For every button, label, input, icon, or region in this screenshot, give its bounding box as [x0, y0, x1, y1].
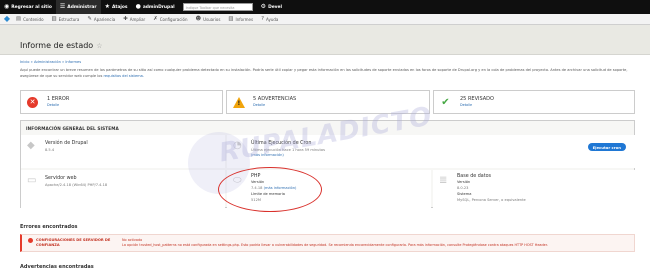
- summary-detail-link[interactable]: Detalle: [47, 103, 59, 107]
- toolbar-user-label: adminDrupal: [142, 4, 175, 10]
- drupal-drop-icon: ◆: [27, 140, 35, 151]
- tray-item-extend[interactable]: ✚ Ampliar: [123, 16, 145, 22]
- toolbar-search-input[interactable]: Indique Toolbar que necesita: [182, 3, 253, 11]
- toolbar-shortcuts-label: Atajos: [111, 4, 128, 10]
- admin-toolbar: ◉ Regresar al sitio ☰ Administrar ★ Ataj…: [0, 0, 650, 14]
- toolbar-back-label: Regresar al sitio: [11, 4, 52, 10]
- content-icon: ▤: [16, 16, 22, 22]
- page-title: Informe de estado ☆: [20, 41, 102, 50]
- summary-count: 25 REVISADO: [460, 96, 494, 102]
- checkmark-icon: ✔: [441, 97, 450, 108]
- summary-checked: ✔ 25 REVISADO Detalle: [433, 90, 635, 114]
- user-icon: ●: [135, 3, 141, 10]
- error-item-label: CONFIGURACIONES DE SERVIDOR DE CONFIANZA: [36, 238, 111, 247]
- tray-item-help[interactable]: ? Ayuda: [261, 16, 278, 22]
- tray-label: Ayuda: [265, 16, 279, 22]
- drupal-version-label: Versión de Drupal: [45, 141, 88, 146]
- db-system-label: Sistema: [457, 192, 472, 196]
- database-label: Base de datos: [457, 174, 492, 179]
- database-icon: ≣: [439, 175, 448, 186]
- drupal-logo-icon[interactable]: ◆: [2, 14, 12, 24]
- db-system-value: MySQL, Percona Server, o equivalente: [457, 198, 526, 202]
- web-server-label: Servidor web: [45, 176, 77, 181]
- tray-label: Contenido: [23, 16, 44, 22]
- help-icon: ?: [261, 16, 264, 22]
- reports-icon: ▥: [228, 16, 234, 22]
- toolbar-devel[interactable]: ⚙ Devel: [257, 0, 286, 14]
- database-cell: ≣ Base de datos Versión 8.0.23 Sistema M…: [433, 170, 636, 209]
- gear-icon: ⚙: [260, 3, 267, 10]
- admin-tray: ◆ ▤ Contenido ▥ Estructura ✎ Apariencia ✚ Am…: [0, 14, 650, 25]
- annotation-ellipse: [218, 167, 322, 212]
- shortcut-star-icon[interactable]: ☆: [96, 42, 102, 50]
- error-dot-icon: [28, 238, 33, 243]
- people-icon: ☻: [195, 16, 202, 22]
- summary-detail-link[interactable]: Detalle: [460, 103, 472, 107]
- structure-icon: ▥: [51, 16, 57, 22]
- tray-label: Apariencia: [93, 16, 116, 22]
- tray-item-structure[interactable]: ▥ Estructura: [52, 16, 80, 22]
- error-item-status: No activado: [122, 238, 143, 242]
- drupal-version-value: 8.5.4: [45, 148, 55, 152]
- toolbar-user[interactable]: ● adminDrupal: [132, 0, 179, 14]
- tray-label: Usuarios: [203, 16, 221, 22]
- error-item-description: La opción trusted_host_patterns no está …: [122, 243, 548, 247]
- tray-item-config[interactable]: ✗ Configuración: [153, 16, 187, 22]
- toolbar-devel-label: Devel: [268, 4, 283, 10]
- summary-count: 1 ERROR: [47, 96, 70, 102]
- config-icon: ✗: [153, 16, 158, 22]
- tray-item-people[interactable]: ☻ Usuarios: [196, 16, 221, 22]
- tray-item-content[interactable]: ▤ Contenido: [16, 16, 44, 22]
- extend-icon: ✚: [123, 16, 128, 22]
- general-info-title: INFORMACIÓN GENERAL DEL SISTEMA: [26, 126, 119, 131]
- drupal-drop-icon: ◉: [4, 3, 10, 10]
- error-item: CONFIGURACIONES DE SERVIDOR DE CONFIANZA…: [20, 234, 635, 252]
- toolbar-shortcuts[interactable]: ★ Atajos: [101, 0, 132, 14]
- appearance-icon: ✎: [87, 16, 92, 22]
- summary-errors: ✕ 1 ERROR Detalle: [20, 90, 223, 114]
- warnings-heading: Advertencias encontradas: [20, 264, 94, 270]
- intro-text: Aquí puede encontrar un breve resumen de…: [20, 68, 635, 79]
- tray-item-appearance[interactable]: ✎ Apariencia: [87, 16, 115, 22]
- run-cron-button[interactable]: Ejecutar cron: [587, 143, 626, 151]
- db-version-label: Versión: [457, 180, 471, 184]
- star-icon: ★: [104, 3, 110, 10]
- toolbar-manage[interactable]: ☰ Administrar: [55, 0, 101, 14]
- tray-label: Informes: [235, 16, 254, 22]
- tray-label: Ampliar: [129, 16, 146, 22]
- page-title-text: Informe de estado: [20, 41, 94, 50]
- toolbar-back-to-site[interactable]: ◉ Regresar al sitio: [0, 0, 56, 14]
- page-header: Informe de estado ☆: [0, 25, 650, 55]
- requirements-link[interactable]: requisitos del sistema.: [104, 74, 145, 78]
- server-icon: ▭: [27, 175, 37, 186]
- summary-count: 5 ADVERTENCIAS: [253, 96, 297, 102]
- menu-icon: ☰: [59, 3, 66, 10]
- db-version-value: 8.0.23: [457, 186, 469, 190]
- warning-icon: [233, 97, 245, 108]
- summary-detail-link[interactable]: Detalle: [253, 103, 265, 107]
- error-icon: ✕: [27, 97, 38, 108]
- tray-item-reports[interactable]: ▥ Informes: [228, 16, 253, 22]
- tray-label: Configuración: [159, 16, 188, 22]
- breadcrumb[interactable]: Inicio » Administración » Informes: [20, 60, 81, 64]
- tray-label: Estructura: [58, 16, 80, 22]
- errors-heading: Errores encontrados: [20, 224, 78, 230]
- toolbar-manage-label: Administrar: [67, 4, 97, 10]
- web-server-value: Apache/2.4.18 (Win64) PHP/7.4.18: [45, 183, 108, 187]
